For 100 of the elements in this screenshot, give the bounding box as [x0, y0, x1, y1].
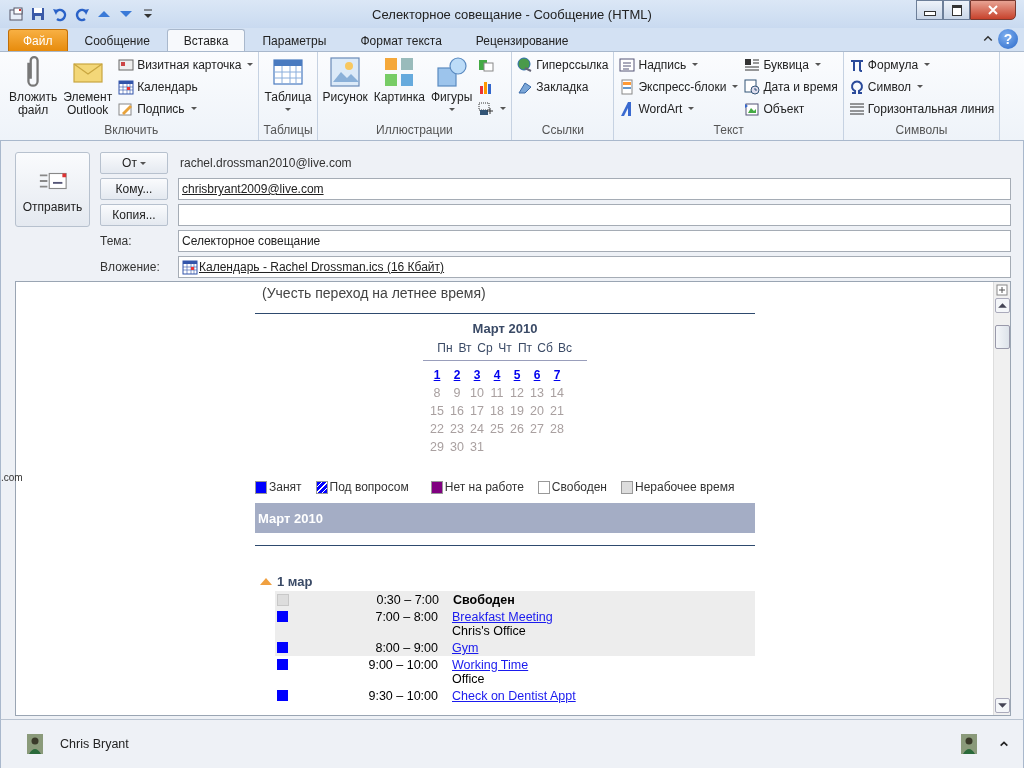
calendar-clock-icon: [744, 78, 761, 95]
ribbon-button[interactable]: Фигуры: [428, 54, 475, 123]
weekday-label: Вс: [557, 341, 573, 355]
field-label: Тема:: [100, 234, 133, 248]
address-button[interactable]: Копия...: [100, 204, 168, 226]
ribbon-button[interactable]: Буквица: [742, 54, 840, 75]
event-link[interactable]: Check on Dentist Appt: [452, 689, 576, 703]
input-field[interactable]: [178, 204, 1011, 226]
ribbon-button[interactable]: Вложить файл: [7, 54, 60, 123]
day-number: 27: [530, 422, 544, 436]
ribbon-button[interactable]: Формула: [846, 54, 997, 75]
maximize-button[interactable]: [943, 0, 970, 20]
ribbon-button[interactable]: Рисунок: [320, 54, 370, 123]
legend-label: Нерабочее время: [635, 480, 735, 494]
day-number: 21: [550, 404, 564, 418]
ribbon-button[interactable]: Подпись: [116, 98, 256, 119]
day-number: 28: [550, 422, 564, 436]
day-link[interactable]: 5: [513, 368, 521, 382]
group-label: Таблицы: [262, 123, 314, 139]
dropdown-arrow-icon: [732, 85, 739, 88]
group-label: Символы: [894, 123, 949, 139]
weekday-label: Вт: [457, 341, 473, 355]
document-icon: [619, 78, 636, 95]
address-button[interactable]: Кому...: [100, 178, 168, 200]
undo-icon[interactable]: [52, 6, 68, 22]
event-time: 8:00 – 9:00: [374, 641, 438, 655]
minimize-button[interactable]: [916, 0, 943, 20]
close-icon: [988, 5, 998, 15]
ribbon-button[interactable]: Символ: [846, 76, 997, 97]
scroll-thumb[interactable]: [994, 325, 1010, 349]
note-text: (Учесть переход на летнее время): [261, 284, 487, 303]
ribbon-button[interactable]: Надпись: [617, 54, 741, 75]
input-field[interactable]: Селекторное совещание: [178, 230, 1011, 252]
weekday-label: Пн: [436, 341, 454, 355]
day-number: 19: [510, 404, 524, 418]
day-link[interactable]: 1: [433, 368, 441, 382]
ribbon-tab[interactable]: Параметры: [245, 29, 344, 51]
tiles-icon: [383, 56, 416, 88]
ribbon-button[interactable]: Визитная карточка: [116, 54, 256, 75]
image-icon: [329, 56, 362, 88]
ribbon-button[interactable]: Таблица: [262, 54, 314, 123]
redo-icon[interactable]: [74, 6, 90, 22]
dropdown-arrow-icon: [285, 108, 291, 111]
send-button[interactable]: Отправить: [15, 152, 90, 227]
expand-icon[interactable]: [999, 739, 1009, 749]
group-label: Ссылки: [540, 123, 585, 139]
address-button[interactable]: От: [100, 152, 168, 174]
day-number: 20: [530, 404, 544, 418]
day-link[interactable]: 6: [533, 368, 541, 382]
mail-icon[interactable]: [8, 6, 24, 22]
sender-address: rachel.drossman2010@live.com: [179, 156, 352, 170]
ribbon-button[interactable]: Картинка: [371, 54, 427, 123]
event-link[interactable]: Working Time: [452, 658, 529, 672]
ribbon-button[interactable]: Объект: [742, 98, 840, 119]
input-field[interactable]: Календарь - Rachel Drossman.ics (16 Кбайт): [178, 256, 1011, 278]
zoom-icon[interactable]: [996, 284, 1008, 296]
ribbon-button[interactable]: Дата и время: [742, 76, 840, 97]
scroll-up-icon[interactable]: [994, 298, 1010, 313]
day-number: 17: [470, 404, 484, 418]
avatar-icon[interactable]: [961, 732, 977, 756]
event-location: Office: [452, 672, 486, 686]
dropdown-arrow-icon: [500, 107, 507, 110]
ribbon-button[interactable]: Гиперссылка: [515, 54, 611, 75]
scroll-down-icon[interactable]: [994, 698, 1010, 713]
avatar-icon[interactable]: [27, 732, 43, 756]
ribbon-button[interactable]: Горизонтальная линия: [846, 98, 997, 119]
day-number: 25: [490, 422, 504, 436]
day-link[interactable]: 4: [493, 368, 501, 382]
day-number: 24: [470, 422, 484, 436]
event-link[interactable]: Breakfast Meeting: [452, 610, 553, 624]
day-link[interactable]: 3: [473, 368, 481, 382]
calendar-title: Март 2010: [472, 321, 538, 338]
ribbon-tab[interactable]: Рецензирование: [458, 29, 586, 51]
legend-label: Нет на работе: [444, 480, 524, 494]
table-icon: [272, 56, 304, 88]
save-icon[interactable]: [30, 6, 46, 22]
calendar-icon: [118, 78, 135, 95]
vertical-scrollbar[interactable]: [993, 282, 1010, 715]
window-title: Селекторное совещание - Сообщение (HTML): [372, 6, 652, 22]
ribbon-button[interactable]: Экспресс-блоки: [617, 76, 741, 97]
ribbon-button[interactable]: Закладка: [515, 76, 611, 97]
ribbon-tab[interactable]: Формат текста: [343, 29, 459, 51]
ribbon-button[interactable]: WordArt: [617, 98, 741, 119]
ribbon-button[interactable]: Элемент Outlook: [61, 54, 115, 123]
day-link[interactable]: 2: [453, 368, 461, 382]
day-number: 22: [430, 422, 444, 436]
day-number: 11: [490, 386, 504, 400]
day-heading: 1 мар: [277, 573, 313, 589]
ribbon-tab[interactable]: Вставка: [166, 29, 246, 51]
ribbon-button[interactable]: Календарь: [116, 76, 256, 97]
day-number: 26: [510, 422, 524, 436]
day-number: 29: [430, 440, 444, 454]
close-button[interactable]: [970, 0, 1016, 20]
input-field[interactable]: chrisbryant2009@live.com: [178, 178, 1011, 200]
event-time: 0:30 – 7:00: [375, 593, 439, 607]
dropdown-arrow-icon: [924, 63, 931, 66]
screenshot-icon: [478, 100, 495, 117]
day-link[interactable]: 7: [553, 368, 561, 382]
event-link[interactable]: Gym: [452, 641, 479, 655]
ribbon-tab[interactable]: Сообщение: [67, 29, 167, 51]
